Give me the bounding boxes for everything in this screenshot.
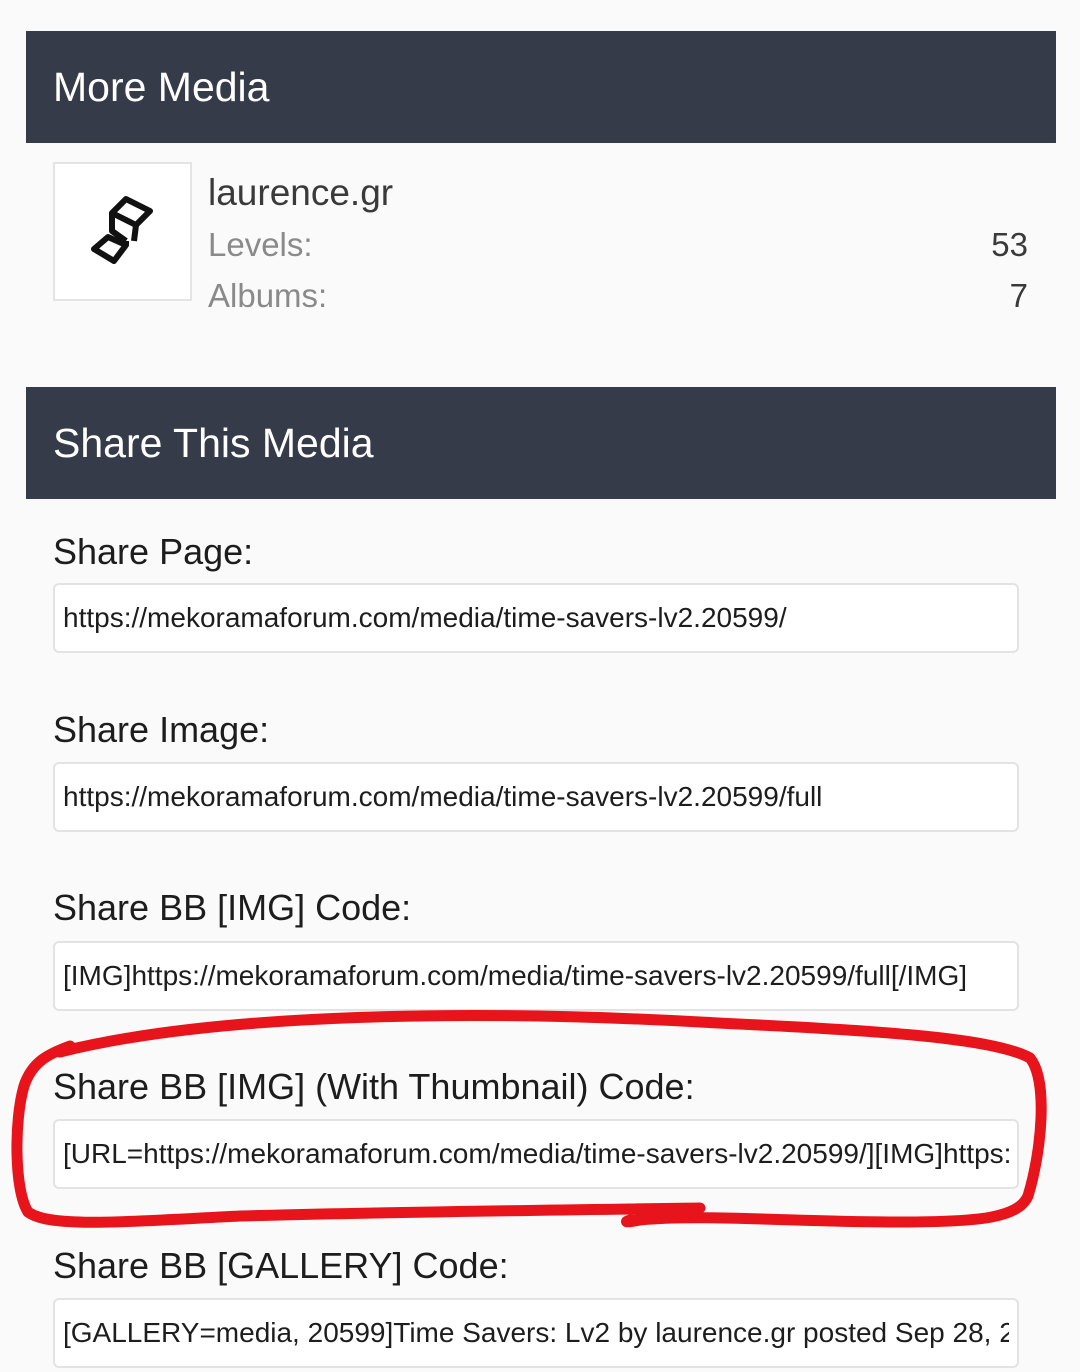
- share-media-title: Share This Media: [53, 419, 374, 466]
- share-page-label: Share Page:: [53, 531, 254, 572]
- albums-count: 7: [1009, 277, 1028, 314]
- share-bb-img-field[interactable]: [53, 941, 1019, 1011]
- share-image-field[interactable]: [53, 762, 1019, 832]
- share-bb-gallery-label: Share BB [GALLERY] Code:: [53, 1245, 509, 1286]
- levels-count: 53: [991, 226, 1028, 263]
- mekorama-blocks-logo-icon: [90, 195, 153, 264]
- share-bb-thumbnail-field[interactable]: [53, 1119, 1019, 1189]
- share-bb-gallery-field[interactable]: [53, 1298, 1019, 1368]
- share-bb-img-label: Share BB [IMG] Code:: [53, 887, 412, 928]
- levels-label: Levels:: [208, 226, 313, 263]
- share-image-label: Share Image:: [53, 709, 270, 750]
- more-media-header: More Media: [26, 31, 1056, 143]
- more-media-title: More Media: [53, 63, 270, 110]
- user-name-link[interactable]: laurence.gr: [208, 172, 393, 214]
- share-media-header: Share This Media: [26, 387, 1056, 499]
- albums-label: Albums:: [208, 277, 328, 314]
- user-avatar[interactable]: [53, 162, 192, 301]
- share-page-field[interactable]: [53, 583, 1019, 653]
- share-bb-thumbnail-label: Share BB [IMG] (With Thumbnail) Code:: [53, 1066, 695, 1107]
